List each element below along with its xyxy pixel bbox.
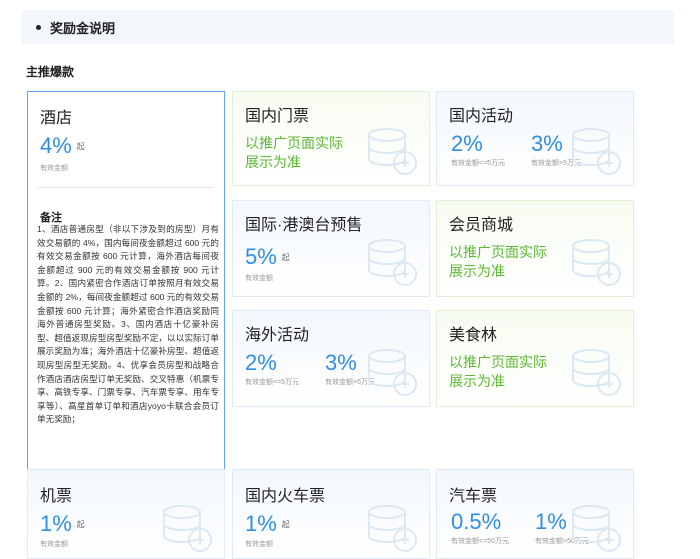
card-title: 国内火车票 — [245, 488, 326, 505]
coin-stack-icon — [565, 232, 623, 290]
promo-text: 以推广页面实际展示为准 — [245, 135, 343, 170]
card-title: 海外活动 — [245, 327, 310, 344]
card-title: 汽车票 — [449, 488, 498, 505]
rate-suffix: 起 — [76, 520, 85, 529]
card-food-forest[interactable]: 美食林 以推广页面实际展示为准 — [436, 310, 634, 407]
card-title: 国内活动 — [449, 108, 514, 125]
coin-stack-icon — [565, 498, 623, 556]
rate-caption: 有效金额<=5万元 — [451, 160, 506, 167]
rate-block: 1% 起 — [245, 512, 290, 536]
coin-stack-icon — [361, 342, 419, 400]
rate-block: 4% 起 — [40, 134, 85, 158]
rate-suffix: 起 — [76, 142, 85, 151]
rate-value: 2% — [451, 131, 483, 156]
card-domestic-activities[interactable]: 国内活动 2% 有效金额<=5万元 3% 有效金额>5万元 — [436, 91, 634, 186]
card-flights[interactable]: 机票 1% 起 有效金额 — [27, 469, 225, 559]
rate-block: 3% — [325, 351, 357, 375]
divider — [38, 187, 214, 188]
card-title: 酒店 — [40, 110, 73, 127]
card-domestic-trains[interactable]: 国内火车票 1% 起 有效金额 — [232, 469, 430, 559]
rate-block: 1% 起 — [40, 512, 85, 536]
coin-stack-icon — [565, 121, 623, 179]
rate-block: 2% — [451, 132, 483, 156]
rate-value: 4% — [40, 133, 72, 158]
coin-stack-icon — [361, 498, 419, 556]
coin-stack-icon — [361, 121, 419, 179]
bullet-dot-icon — [36, 24, 41, 30]
section-title: 奖励金说明 — [50, 20, 116, 36]
card-member-mall[interactable]: 会员商城 以推广页面实际展示为准 — [436, 200, 634, 297]
card-overseas-activities[interactable]: 海外活动 2% 有效金额<=5万元 3% 有效金额>5万元 — [232, 310, 430, 407]
rate-caption: 有效金额 — [245, 275, 273, 282]
promo-text: 以推广页面实际展示为准 — [449, 244, 547, 279]
rate-value: 1% — [245, 511, 277, 536]
rate-value: 3% — [325, 350, 357, 375]
rate-caption: 有效金额<=50万元 — [451, 538, 509, 545]
rate-value: 1% — [535, 509, 567, 534]
promo-text: 以推广页面实际展示为准 — [449, 354, 547, 389]
rate-block: 1% — [535, 510, 567, 534]
coin-stack-icon — [156, 498, 214, 556]
rate-block: 3% — [531, 132, 563, 156]
card-title: 国际·港澳台预售 — [245, 217, 363, 234]
coin-stack-icon — [361, 232, 419, 290]
rate-block: 2% — [245, 351, 277, 375]
rate-block: 0.5% — [451, 510, 501, 534]
section-header: 奖励金说明 — [22, 10, 674, 44]
card-hotel[interactable]: 酒店 4% 起 有效金额 备注 1、酒店普通房型（非以下涉及到的房型）月有效交易… — [27, 91, 225, 477]
rate-value: 3% — [531, 131, 563, 156]
notes-text: 1、酒店普通房型（非以下涉及到的房型）月有效交易额的 4%，国内每间夜金额超过 … — [37, 224, 219, 425]
rate-value: 0.5% — [451, 509, 502, 534]
rate-caption: 有效金额 — [40, 165, 68, 172]
coin-stack-icon — [565, 342, 623, 400]
card-title: 机票 — [40, 488, 73, 505]
card-title: 会员商城 — [449, 217, 514, 234]
rate-value: 2% — [245, 350, 277, 375]
card-title: 国内门票 — [245, 108, 310, 125]
rate-value: 1% — [40, 511, 72, 536]
rate-suffix: 起 — [281, 253, 290, 262]
card-title: 美食林 — [449, 327, 498, 344]
rate-block: 5% 起 — [245, 245, 290, 269]
card-bus-tickets[interactable]: 汽车票 0.5% 有效金额<=50万元 1% 有效金额>50万元 — [436, 469, 634, 559]
rate-suffix: 起 — [281, 520, 290, 529]
rate-caption: 有效金额<=5万元 — [245, 379, 300, 386]
rate-value: 5% — [245, 244, 277, 269]
card-domestic-tickets[interactable]: 国内门票 以推广页面实际展示为准 — [232, 91, 430, 186]
card-intl-presale[interactable]: 国际·港澳台预售 5% 起 有效金额 — [232, 200, 430, 297]
hot-products-heading: 主推爆款 — [26, 65, 75, 79]
